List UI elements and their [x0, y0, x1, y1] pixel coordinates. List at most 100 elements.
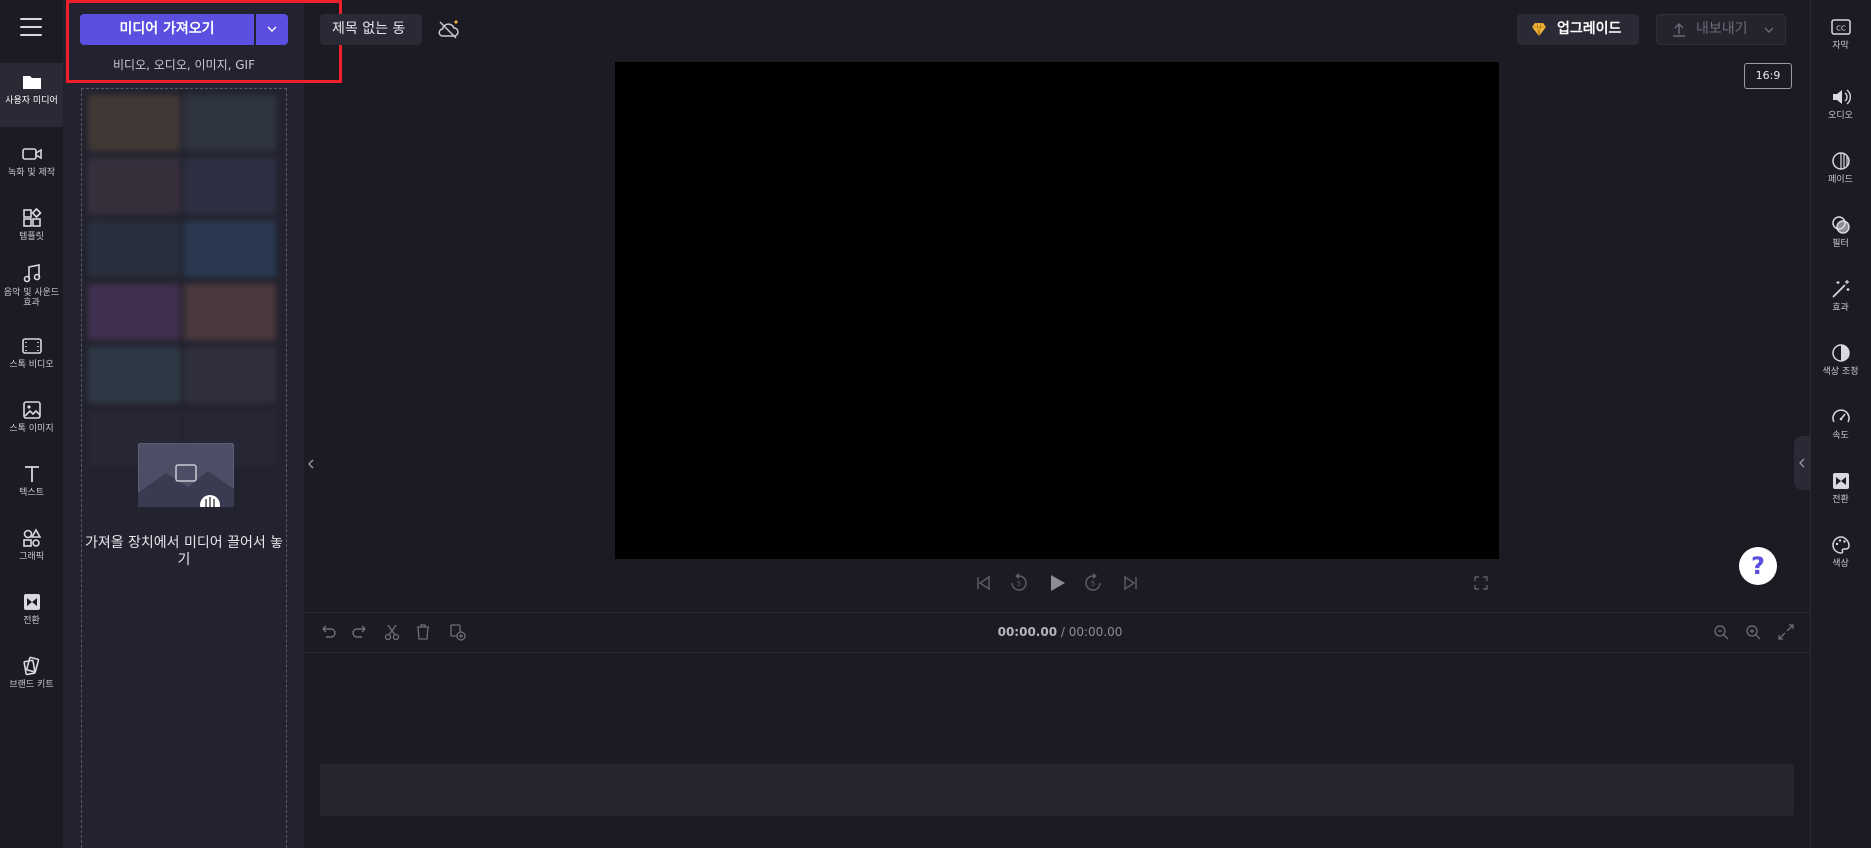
timeline-toolbar-divider	[305, 652, 1810, 653]
nav-item-brand-kit[interactable]: 브랜드 키트	[0, 647, 63, 711]
aspect-ratio-button[interactable]: 16:9	[1744, 63, 1792, 89]
filter-icon	[1831, 216, 1850, 234]
right-item-speed[interactable]: 속도	[1810, 400, 1871, 456]
svg-text:5: 5	[1091, 580, 1095, 588]
speedometer-icon	[1831, 409, 1850, 423]
nav-item-label: 템플릿	[19, 232, 44, 242]
drag-drop-illustration-icon	[138, 443, 234, 507]
brand-kit-icon	[22, 656, 39, 676]
nav-item-label: 그래픽	[19, 552, 44, 562]
right-item-label: 오디오	[1828, 111, 1853, 121]
shapes-icon	[22, 528, 41, 547]
text-icon	[24, 466, 39, 482]
chevron-left-icon	[1799, 458, 1805, 468]
right-item-label: 색상	[1832, 559, 1849, 569]
duplicate-icon[interactable]	[448, 623, 466, 641]
svg-text:5: 5	[1017, 580, 1021, 588]
nav-item-label: 사용자 미디어	[5, 96, 58, 106]
image-icon	[22, 401, 41, 419]
total-time: 00:00.00	[1068, 625, 1123, 639]
film-icon	[21, 338, 42, 354]
right-item-label: 필터	[1832, 239, 1849, 249]
palette-icon	[1831, 536, 1850, 554]
right-item-label: 속도	[1832, 431, 1849, 441]
blurred-thumbnails	[88, 95, 280, 473]
right-item-label: 페이드	[1828, 175, 1853, 185]
project-title-input[interactable]: 제목 없는 동	[320, 14, 422, 45]
zoom-out-icon[interactable]	[1712, 623, 1730, 641]
diamond-icon	[1532, 22, 1546, 37]
fit-timeline-icon[interactable]	[1777, 623, 1795, 641]
chevron-down-icon	[1764, 27, 1774, 33]
import-subtitle: 비디오, 오디오, 이미지, GIF	[113, 58, 255, 72]
scissors-icon[interactable]	[383, 623, 401, 641]
right-item-transitions[interactable]: 전환	[1810, 464, 1871, 520]
speaker-icon	[1832, 89, 1851, 105]
skip-to-end-icon[interactable]	[1120, 572, 1142, 594]
nav-item-label: 스톡 이미지	[9, 424, 54, 434]
hamburger-menu-icon[interactable]	[20, 18, 42, 38]
fade-icon	[1831, 152, 1850, 170]
timeline-divider	[305, 612, 1810, 613]
forward-5s-icon[interactable]: 5	[1082, 572, 1104, 594]
nav-item-label: 전환	[23, 616, 40, 626]
nav-item-label: 브랜드 키트	[9, 680, 54, 690]
collapse-right-panel-button[interactable]	[1794, 436, 1810, 490]
svg-text:CC: CC	[1836, 25, 1846, 33]
right-item-color[interactable]: 색상	[1810, 528, 1871, 584]
nav-item-transitions[interactable]: 전환	[0, 583, 63, 647]
skip-to-start-icon[interactable]	[972, 572, 994, 594]
nav-item-graphics[interactable]: 그래픽	[0, 519, 63, 583]
redo-icon[interactable]	[351, 623, 369, 641]
right-item-captions[interactable]: CC 자막	[1810, 10, 1871, 66]
right-item-fade[interactable]: 페이드	[1810, 144, 1871, 200]
upgrade-button[interactable]: 업그레이드	[1517, 14, 1639, 45]
play-icon[interactable]	[1046, 572, 1068, 594]
import-dropdown-button[interactable]	[256, 14, 288, 45]
music-note-icon	[23, 264, 40, 283]
timecode: 00:00.00 / 00:00.00	[900, 625, 1220, 639]
nav-item-record-create[interactable]: 녹화 및 제작	[0, 135, 63, 199]
fullscreen-icon[interactable]	[1470, 572, 1492, 594]
media-dropzone[interactable]: 가져올 장치에서 미디어 끌어서 놓기	[81, 88, 287, 848]
templates-icon	[22, 207, 42, 227]
time-separator: /	[1057, 625, 1069, 639]
folder-icon	[22, 76, 41, 89]
right-item-label: 전환	[1832, 495, 1849, 505]
trash-icon[interactable]	[414, 623, 432, 641]
undo-icon[interactable]	[319, 623, 337, 641]
contrast-icon	[1831, 344, 1850, 362]
right-item-filters[interactable]: 필터	[1810, 208, 1871, 264]
export-button[interactable]: 내보내기	[1656, 14, 1786, 45]
cloud-offline-icon[interactable]	[436, 18, 460, 42]
nav-item-label: 녹화 및 제작	[7, 168, 56, 178]
current-time: 00:00.00	[997, 625, 1058, 639]
nav-item-label: 음악 및 사운드 효과	[3, 288, 60, 308]
right-item-color-adjust[interactable]: 색상 조정	[1810, 336, 1871, 392]
timeline-track[interactable]	[320, 764, 1794, 816]
right-item-label: 색상 조정	[1822, 367, 1859, 377]
nav-item-stock-images[interactable]: 스톡 이미지	[0, 391, 63, 455]
nav-item-music-sfx[interactable]: 음악 및 사운드 효과	[0, 255, 63, 319]
upgrade-label: 업그레이드	[1557, 21, 1622, 37]
nav-item-text[interactable]: 텍스트	[0, 455, 63, 519]
right-item-audio[interactable]: 오디오	[1810, 80, 1871, 136]
nav-item-templates[interactable]: 템플릿	[0, 199, 63, 263]
chevron-down-icon	[267, 26, 277, 32]
right-item-label: 효과	[1832, 303, 1849, 313]
nav-item-stock-video[interactable]: 스톡 비디오	[0, 327, 63, 391]
nav-item-your-media[interactable]: 사용자 미디어	[0, 63, 63, 127]
help-button[interactable]: ?	[1739, 547, 1777, 585]
upload-icon	[1673, 23, 1685, 37]
rewind-5s-icon[interactable]: 5	[1008, 572, 1030, 594]
right-item-label: 자막	[1832, 41, 1849, 51]
nav-item-label: 스톡 비디오	[9, 360, 54, 370]
export-label: 내보내기	[1696, 21, 1748, 37]
zoom-in-icon[interactable]	[1744, 623, 1762, 641]
import-media-button[interactable]: 미디어 가져오기	[80, 14, 254, 45]
video-preview[interactable]	[615, 62, 1499, 559]
collapse-panel-chevron-icon[interactable]	[304, 444, 318, 484]
right-item-effects[interactable]: 효과	[1810, 272, 1871, 328]
dropzone-text: 가져올 장치에서 미디어 끌어서 놓기	[84, 535, 284, 568]
transition-icon	[1832, 473, 1849, 489]
